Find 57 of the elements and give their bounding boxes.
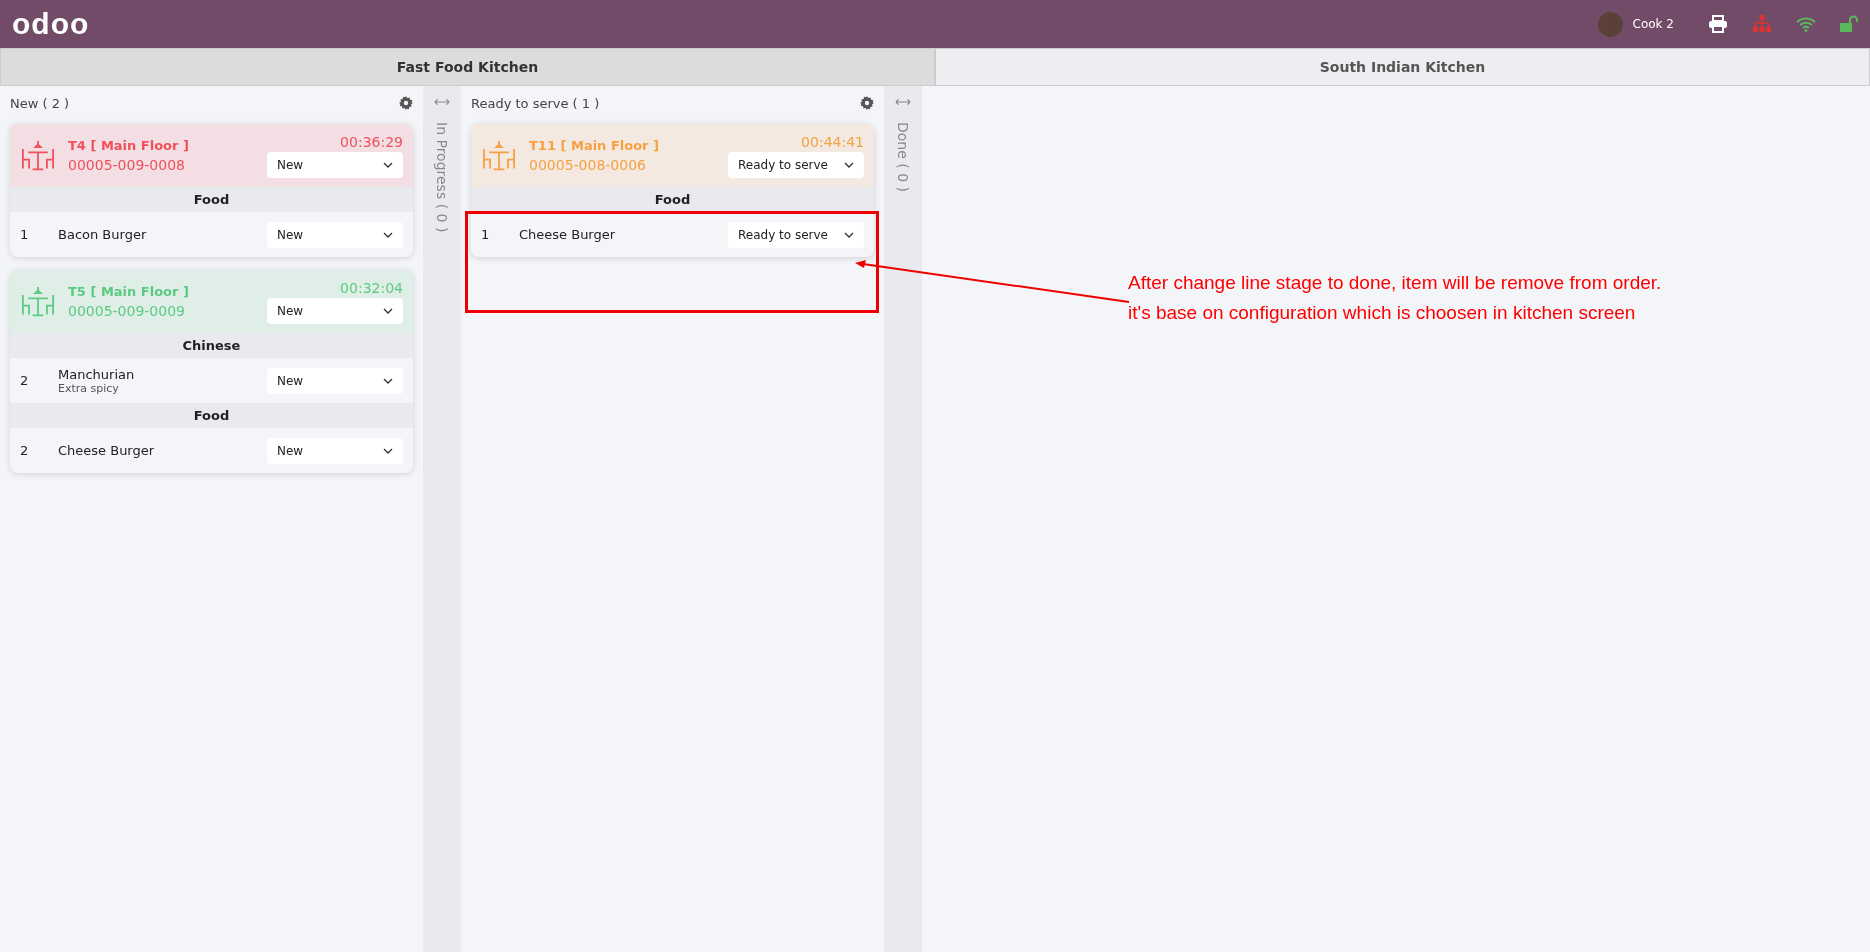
chevron-icon <box>383 231 393 238</box>
order-timer: 00:32:04 <box>340 279 403 296</box>
dining-table-icon <box>20 139 56 172</box>
printer-icon[interactable] <box>1708 15 1728 33</box>
dining-table-icon <box>481 139 517 172</box>
user-name[interactable]: Cook 2 <box>1632 17 1674 31</box>
order-stage-dropdown[interactable]: Ready to serve <box>728 151 864 178</box>
chevron-icon <box>844 231 854 238</box>
chevron-icon <box>383 377 393 384</box>
order-stage-dropdown[interactable]: New <box>267 297 403 324</box>
line-stage-dropdown[interactable]: New <box>267 221 403 248</box>
dining-table-icon <box>20 285 56 318</box>
table-name: T11 [ Main Floor ] <box>529 138 660 153</box>
table-name: T4 [ Main Floor ] <box>68 138 190 153</box>
category-header: Food <box>10 403 413 428</box>
annotation-text: it's base on configuration which is choosen in kitchen screen <box>1128 302 1637 324</box>
column-title: Done ( 0 ) <box>895 122 911 192</box>
order-timer: 00:44:41 <box>801 133 864 150</box>
wifi-icon[interactable] <box>1796 16 1816 32</box>
category-header: Food <box>471 187 874 212</box>
category-header: Food <box>10 187 413 212</box>
order-stage-dropdown[interactable]: New <box>267 151 403 178</box>
order-reference: 00005-008-0006 <box>529 157 647 173</box>
line-stage-dropdown[interactable]: New <box>267 437 403 464</box>
expand-icon[interactable] <box>895 98 911 106</box>
unlock-icon[interactable] <box>1840 15 1858 33</box>
table-name: T5 [ Main Floor ] <box>68 284 190 299</box>
product-name: Manchurian <box>58 366 136 382</box>
line-stage-dropdown[interactable]: New <box>267 367 403 394</box>
column-title: In Progress ( 0 ) <box>434 122 450 233</box>
column-title: Ready to serve ( 1 ) <box>471 95 600 111</box>
chevron-icon <box>383 161 393 168</box>
order-reference: 00005-009-0008 <box>68 157 186 173</box>
quantity: 1 <box>20 227 30 242</box>
product-name: Cheese Burger <box>519 227 617 242</box>
odoo-logo[interactable]: odoo <box>12 7 90 41</box>
network-icon[interactable] <box>1752 15 1772 33</box>
product-name: Bacon Burger <box>58 227 148 242</box>
product-name: Cheese Burger <box>58 443 156 458</box>
category-header: Chinese <box>10 333 413 358</box>
expand-icon[interactable] <box>434 98 450 106</box>
chevron-icon <box>383 307 393 314</box>
annotation-text: After change line stage to done, item will be remove from order. <box>1128 272 1662 294</box>
order-reference: 00005-009-0009 <box>68 303 186 319</box>
chevron-icon <box>383 447 393 454</box>
product-note: Extra spicy <box>58 381 120 395</box>
line-stage-dropdown[interactable]: Ready to serve <box>728 221 864 248</box>
kitchen-tab[interactable]: South Indian Kitchen <box>935 48 1870 86</box>
quantity: 2 <box>20 373 30 388</box>
chevron-icon <box>844 161 854 168</box>
column-title: New ( 2 ) <box>10 95 70 111</box>
kitchen-tab[interactable]: Fast Food Kitchen <box>0 48 935 86</box>
quantity: 2 <box>20 443 30 458</box>
quantity: 1 <box>481 227 491 242</box>
settings-icon[interactable] <box>860 96 874 110</box>
settings-icon[interactable] <box>399 96 413 110</box>
order-timer: 00:36:29 <box>340 133 403 150</box>
